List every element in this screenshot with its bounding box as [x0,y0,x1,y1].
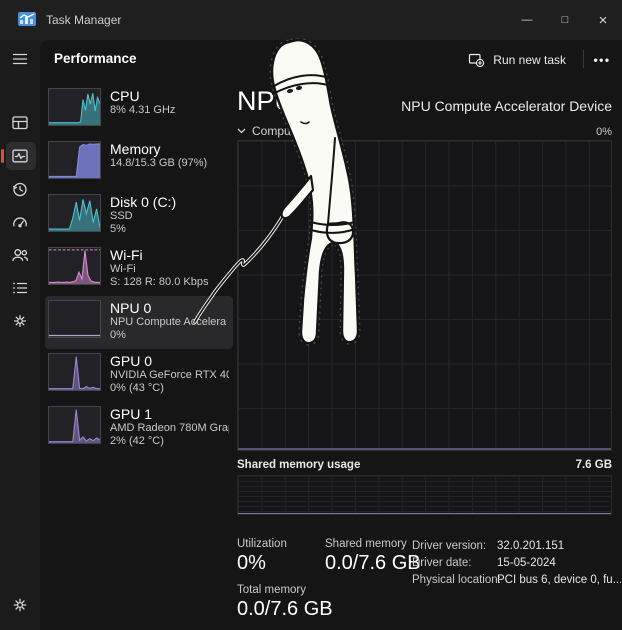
services-icon [11,312,29,330]
sidebar-item-performance[interactable] [0,139,40,172]
compute-label: Compute [252,124,301,138]
utilization-stat-label: Utilization [237,538,287,550]
perf-item-detail: 5% [110,223,176,236]
processes-icon [11,114,29,132]
sidebar-item-users[interactable] [0,238,40,271]
sidebar-item-details[interactable] [0,271,40,304]
compute-utilization-chart [237,140,612,451]
task-manager-app-icon [18,12,36,26]
page-title: Performance [54,51,137,66]
perf-item-title: Wi-Fi [110,247,208,263]
hamburger-menu-icon[interactable] [0,46,40,72]
device-name: NPU Compute Accelerator Device [401,98,612,114]
shared-memory-stat-label: Shared memory [325,538,407,550]
perf-item-detail: Wi-Fi [110,263,208,276]
perf-item-title: Memory [110,141,207,157]
compute-dropdown[interactable]: Compute [237,124,301,138]
header-divider [583,50,584,68]
total-memory-stat-label: Total memory [237,584,306,596]
npu-title: NPU [237,86,294,117]
shared-memory-stat-value: 0.0/7.6 GB [325,552,421,575]
perf-item-npu0[interactable]: NPU 0 NPU Compute Accelera 0% [45,296,233,349]
performance-icon [11,147,29,165]
titlebar: Task Manager — □ × [0,0,622,40]
details-icon [11,279,29,297]
gpu1-sparkline [48,406,101,444]
disk-sparkline [48,194,101,232]
minimize-button[interactable]: — [508,0,546,40]
sidebar-item-startup-apps[interactable] [0,205,40,238]
perf-item-memory[interactable]: Memory 14.8/15.3 GB (97%) [45,137,233,190]
settings-gear-icon [11,596,29,614]
perf-item-detail: 8% 4.31 GHz [110,104,175,117]
sidebar-item-settings[interactable] [0,590,40,620]
close-button[interactable]: × [584,0,622,40]
cpu-sparkline [48,88,101,126]
physical-location-value: PCI bus 6, device 0, fu... [497,574,621,586]
driver-version-value: 32.0.201.151 [497,540,621,552]
driver-date-value: 15-05-2024 [497,557,621,569]
page-header: Performance Run new task ••• [40,40,622,78]
perf-item-detail: NPU Compute Accelera [110,316,226,329]
utilization-zero-line [238,448,611,450]
shared-memory-label: Shared memory usage [237,459,360,471]
npu-detail-pane: NPU NPU Compute Accelerator Device Compu… [237,78,622,630]
perf-item-detail: 2% (42 °C) [110,435,229,448]
perf-item-detail: 0% (43 °C) [110,382,229,395]
perf-item-gpu0[interactable]: GPU 0 NVIDIA GeForce RTX 405 0% (43 °C) [45,349,233,402]
perf-item-detail: AMD Radeon 780M Grap [110,422,229,435]
content-area: Performance Run new task ••• CPU 8% 4.31… [40,40,622,630]
sidebar [0,40,40,630]
perf-item-title: CPU [110,88,175,104]
npu-sparkline [48,300,101,338]
memory-sparkline [48,141,101,179]
total-memory-stat-value: 0.0/7.6 GB [237,598,333,621]
window-controls: — □ × [508,0,622,40]
perf-item-detail: SSD [110,210,176,223]
perf-item-title: Disk 0 (C:) [110,194,176,210]
window-title: Task Manager [46,13,121,27]
users-icon [11,246,29,264]
driver-date-label: Driver date: [412,557,471,569]
perf-item-title: GPU 1 [110,406,229,422]
wifi-sparkline [48,247,101,285]
performance-list: CPU 8% 4.31 GHz Memory 14.8/15.3 GB (97%… [45,84,233,455]
perf-item-detail: 14.8/15.3 GB (97%) [110,157,207,170]
shared-memory-zero-line [238,513,611,515]
utilization-axis-max: 0% [596,126,612,138]
shared-memory-header: Shared memory usage 7.6 GB [237,459,612,471]
sidebar-item-processes[interactable] [0,106,40,139]
perf-item-gpu1[interactable]: GPU 1 AMD Radeon 780M Grap 2% (42 °C) [45,402,233,455]
utilization-stat-value: 0% [237,552,266,575]
perf-item-title: NPU 0 [110,300,226,316]
startup-apps-icon [11,213,29,231]
app-history-icon [11,180,29,198]
sidebar-item-services[interactable] [0,304,40,337]
physical-location-label: Physical location: [412,574,501,586]
chevron-down-icon [237,128,246,134]
run-new-task-label: Run new task [493,53,566,67]
maximize-button[interactable]: □ [546,0,584,40]
task-manager-window: Task Manager — □ × [0,0,622,630]
gpu0-sparkline [48,353,101,391]
driver-version-label: Driver version: [412,540,486,552]
perf-item-detail: NVIDIA GeForce RTX 405 [110,369,229,382]
perf-item-detail: S: 128 R: 80.0 Kbps [110,276,208,289]
npu-stats: Utilization 0% Shared memory 0.0/7.6 GB … [237,536,622,630]
new-task-icon [468,52,485,68]
perf-item-disk0[interactable]: Disk 0 (C:) SSD 5% [45,190,233,243]
perf-item-detail: 0% [110,329,226,342]
perf-item-wifi[interactable]: Wi-Fi Wi-Fi S: 128 R: 80.0 Kbps [45,243,233,296]
shared-memory-axis-max: 7.6 GB [576,459,612,471]
shared-memory-chart [237,475,612,515]
perf-item-title: GPU 0 [110,353,229,369]
sidebar-item-app-history[interactable] [0,172,40,205]
more-options-button[interactable]: ••• [588,46,616,73]
perf-item-cpu[interactable]: CPU 8% 4.31 GHz [45,84,233,137]
run-new-task-button[interactable]: Run new task [458,46,576,73]
